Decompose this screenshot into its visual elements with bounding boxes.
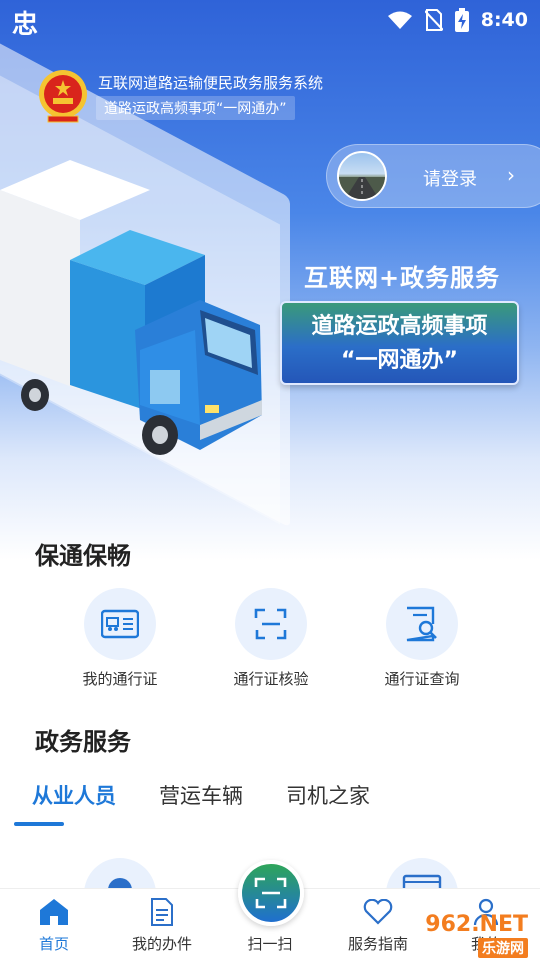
- quick-icon-bg: [235, 588, 307, 660]
- pass-card-icon: [101, 609, 139, 639]
- scan-icon: [254, 877, 287, 909]
- slogan-box-line2: “一网通办”: [341, 348, 458, 373]
- chevron-right-icon: ›: [507, 163, 515, 187]
- status-bar: 忠 8:40: [0, 0, 540, 40]
- nav-label: 我的办件: [131, 935, 192, 953]
- quick-icon-bg: [84, 588, 156, 660]
- truck-illustration: [0, 160, 262, 455]
- tab-active-indicator: [14, 822, 64, 826]
- watermark-logo: 962.NET 乐游网: [400, 910, 538, 958]
- quick-label: 我的通行证: [82, 670, 158, 688]
- document-search-icon: [406, 606, 437, 642]
- hero-slogan-box: 道路运政高频事项 “一网通办”: [280, 301, 519, 385]
- scan-button[interactable]: [238, 860, 304, 926]
- nav-label: 扫一扫: [247, 935, 293, 953]
- quick-label: 通行证核验: [233, 670, 309, 688]
- quick-icon-bg: [386, 588, 458, 660]
- road-landscape-icon: [339, 177, 385, 199]
- nav-label: 首页: [38, 935, 69, 953]
- quick-label: 通行证查询: [384, 670, 460, 688]
- slogan-box-line1: 道路运政高频事项: [311, 314, 488, 339]
- hero-slogan: 互联网+政务服务: [304, 264, 501, 292]
- login-button[interactable]: 请登录 ›: [326, 144, 540, 208]
- status-indicators: 8:40: [387, 8, 528, 32]
- login-label: 请登录: [423, 169, 477, 190]
- wifi-icon: [387, 11, 412, 29]
- nav-my-applications[interactable]: 我的办件: [108, 897, 216, 954]
- no-sim-icon: [424, 9, 443, 31]
- tab-driver-home[interactable]: 司机之家: [286, 780, 370, 810]
- app-notification-icon: 忠: [12, 10, 39, 40]
- avatar: [337, 151, 387, 201]
- clock-time: 8:40: [480, 9, 528, 31]
- service-tabs: 从业人员 营运车辆 司机之家: [0, 780, 540, 830]
- my-pass-button[interactable]: 我的通行证: [45, 588, 195, 689]
- tab-vehicles[interactable]: 营运车辆: [159, 780, 243, 810]
- system-subtitle: 道路运政高频事项“一网通办”: [96, 96, 295, 120]
- section-title-baotong: 保通保畅: [35, 542, 131, 570]
- pass-verify-button[interactable]: 通行证核验: [196, 588, 346, 689]
- pass-query-button[interactable]: 通行证查询: [347, 588, 497, 689]
- watermark-subtext: 乐游网: [478, 938, 528, 958]
- home-icon: [40, 899, 68, 925]
- tab-practitioners[interactable]: 从业人员: [32, 780, 116, 810]
- battery-charging-icon: [454, 8, 469, 32]
- system-title: 互联网道路运输便民政务服务系统: [98, 74, 324, 92]
- document-icon: [151, 898, 173, 926]
- watermark-text: 962.NET: [425, 912, 528, 937]
- nav-home[interactable]: 首页: [0, 897, 108, 954]
- section-title-zhengwu: 政务服务: [35, 728, 131, 756]
- national-emblem-icon: [39, 70, 87, 123]
- heart-icon: [363, 899, 393, 925]
- scan-verify-icon: [254, 608, 287, 640]
